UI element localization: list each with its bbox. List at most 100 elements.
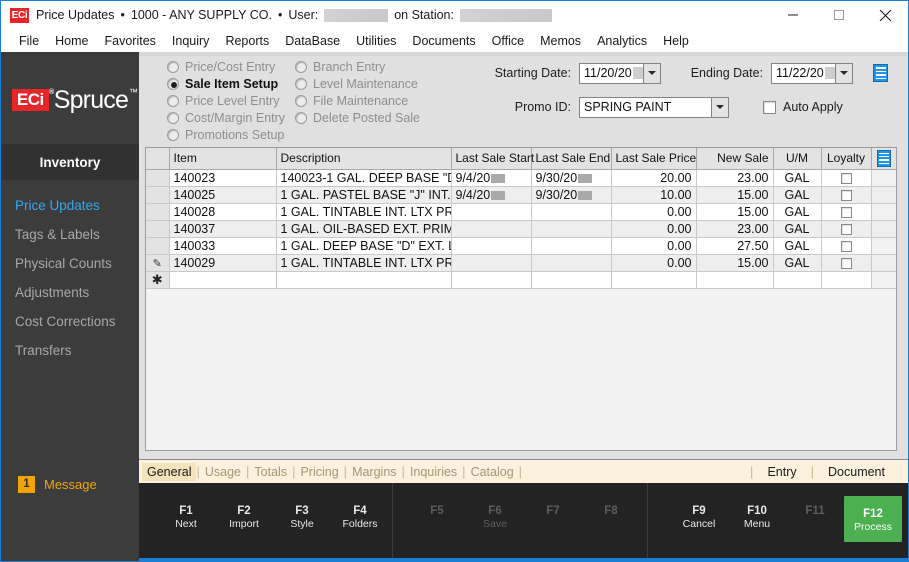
cell-new-sale[interactable]: 23.00 <box>696 169 774 187</box>
cell-description[interactable]: 1 GAL. DEEP BASE "D" EXT. LT <box>276 237 452 255</box>
column-header-um[interactable]: U/M <box>773 148 822 170</box>
cell-new-sale[interactable]: 15.00 <box>696 186 774 204</box>
cell-loyalty[interactable] <box>821 254 872 272</box>
column-header-loyalty[interactable]: Loyalty <box>821 148 872 170</box>
menu-item-home[interactable]: Home <box>47 32 96 50</box>
minimize-button[interactable] <box>770 1 816 29</box>
cell-item[interactable]: 140029 <box>169 254 277 272</box>
tab-usage[interactable]: Usage <box>200 463 246 481</box>
sidebar-item-cost-corrections[interactable]: Cost Corrections <box>1 307 139 336</box>
cell-description[interactable]: 1 GAL. TINTABLE INT. LTX PRI <box>276 254 452 272</box>
cell-loyalty[interactable] <box>821 237 872 255</box>
loyalty-checkbox[interactable] <box>840 189 852 201</box>
cell-item[interactable]: 140023 <box>169 169 277 187</box>
menu-item-inquiry[interactable]: Inquiry <box>164 32 218 50</box>
menu-item-file[interactable]: File <box>11 32 47 50</box>
cell-last-sale-price[interactable]: 20.00 <box>611 169 697 187</box>
fkey-f12-process[interactable]: F12 Process <box>844 496 902 542</box>
sidebar-item-adjustments[interactable]: Adjustments <box>1 278 139 307</box>
cell-last-sale-start[interactable] <box>451 220 532 238</box>
table-row[interactable]: 140033 1 GAL. DEEP BASE "D" EXT. LT 0.00… <box>146 237 896 255</box>
cell-new-sale[interactable] <box>696 271 774 289</box>
cell-item[interactable]: 140028 <box>169 203 277 221</box>
row-selector-cell[interactable] <box>146 169 170 187</box>
price-updates-grid[interactable]: Item Description Last Sale Start Last Sa… <box>145 147 897 451</box>
radio-delete-posted-sale[interactable]: Delete Posted Sale <box>295 110 420 126</box>
fkey-f3-style[interactable]: F3 Style <box>273 483 331 561</box>
cell-um[interactable]: GAL <box>773 203 822 221</box>
cell-last-sale-end[interactable] <box>531 237 612 255</box>
row-selector-cell[interactable] <box>146 220 170 238</box>
cell-description[interactable]: 140023-1 GAL. DEEP BASE "D" I <box>276 169 452 187</box>
sidebar-item-physical-counts[interactable]: Physical Counts <box>1 249 139 278</box>
cell-last-sale-price[interactable]: 10.00 <box>611 186 697 204</box>
close-button[interactable] <box>862 1 908 29</box>
radio-price-cost-entry[interactable]: Price/Cost Entry <box>167 59 285 75</box>
cell-um[interactable]: GAL <box>773 254 822 272</box>
cell-new-sale[interactable]: 15.00 <box>696 203 774 221</box>
radio-promotions-setup[interactable]: Promotions Setup <box>167 127 285 143</box>
cell-item[interactable]: 140025 <box>169 186 277 204</box>
chevron-down-icon[interactable] <box>835 63 852 83</box>
chevron-down-icon[interactable] <box>643 63 660 83</box>
menu-item-documents[interactable]: Documents <box>404 32 483 50</box>
loyalty-checkbox[interactable] <box>840 240 852 252</box>
cell-last-sale-end[interactable]: 9/30/20 <box>531 186 612 204</box>
tab-totals[interactable]: Totals <box>249 463 292 481</box>
cell-last-sale-price[interactable] <box>611 271 697 289</box>
loyalty-checkbox[interactable] <box>840 206 852 218</box>
list-menu-icon[interactable] <box>873 64 888 82</box>
radio-level-maintenance[interactable]: Level Maintenance <box>295 76 420 92</box>
cell-last-sale-start[interactable] <box>451 203 532 221</box>
cell-last-sale-end[interactable] <box>531 271 612 289</box>
sidebar-item-tags-labels[interactable]: Tags & Labels <box>1 220 139 249</box>
menu-item-help[interactable]: Help <box>655 32 697 50</box>
row-selector-cell[interactable] <box>146 237 170 255</box>
table-row[interactable]: ✎ 140029 1 GAL. TINTABLE INT. LTX PRI 0.… <box>146 254 896 272</box>
loyalty-checkbox[interactable] <box>840 257 852 269</box>
fkey-f9-cancel[interactable]: F9 Cancel <box>670 483 728 561</box>
menu-item-analytics[interactable]: Analytics <box>589 32 655 50</box>
menu-item-favorites[interactable]: Favorites <box>97 32 164 50</box>
cell-last-sale-end[interactable] <box>531 203 612 221</box>
loyalty-checkbox[interactable] <box>840 172 852 184</box>
cell-last-sale-start[interactable] <box>451 271 532 289</box>
cell-loyalty[interactable] <box>821 220 872 238</box>
cell-description[interactable]: 1 GAL. TINTABLE INT. LTX PRI <box>276 203 452 221</box>
ending-date-field[interactable]: 11/22/20 <box>771 62 853 84</box>
cell-last-sale-start[interactable]: 9/4/20 <box>451 186 532 204</box>
fkey-f4-folders[interactable]: F4 Folders <box>331 483 389 561</box>
maximize-button[interactable] <box>816 1 862 29</box>
cell-loyalty[interactable] <box>821 169 872 187</box>
table-row[interactable]: 140037 1 GAL. OIL-BASED EXT. PRIME 0.00 … <box>146 220 896 238</box>
cell-new-sale[interactable]: 23.00 <box>696 220 774 238</box>
list-menu-icon[interactable] <box>876 149 891 167</box>
column-header-last-sale-end[interactable]: Last Sale End <box>531 148 612 170</box>
row-selector-cell[interactable] <box>146 203 170 221</box>
cell-new-sale[interactable]: 15.00 <box>696 254 774 272</box>
tab-entry[interactable]: Entry <box>753 463 810 481</box>
sidebar-item-price-updates[interactable]: Price Updates <box>1 191 139 220</box>
tab-pricing[interactable]: Pricing <box>295 463 343 481</box>
table-row[interactable]: 140025 1 GAL. PASTEL BASE "J" INT. L 9/4… <box>146 186 896 204</box>
cell-loyalty[interactable] <box>821 203 872 221</box>
cell-last-sale-price[interactable]: 0.00 <box>611 254 697 272</box>
starting-date-field[interactable]: 11/20/20 <box>579 62 661 84</box>
cell-um[interactable]: GAL <box>773 237 822 255</box>
row-selector-cell[interactable] <box>146 186 170 204</box>
cell-last-sale-end[interactable] <box>531 220 612 238</box>
fkey-f2-import[interactable]: F2 Import <box>215 483 273 561</box>
cell-item[interactable] <box>169 271 277 289</box>
radio-sale-item-setup[interactable]: Sale Item Setup <box>167 76 285 92</box>
cell-last-sale-end[interactable]: 9/30/20 <box>531 169 612 187</box>
message-indicator[interactable]: 1 Message <box>1 469 139 499</box>
cell-description[interactable] <box>276 271 452 289</box>
chevron-down-icon[interactable] <box>711 97 728 117</box>
tab-catalog[interactable]: Catalog <box>466 463 519 481</box>
radio-price-level-entry[interactable]: Price Level Entry <box>167 93 285 109</box>
auto-apply-checkbox[interactable] <box>763 100 776 114</box>
fkey-f10-menu[interactable]: F10 Menu <box>728 483 786 561</box>
tab-margins[interactable]: Margins <box>347 463 401 481</box>
cell-loyalty[interactable] <box>821 271 872 289</box>
radio-branch-entry[interactable]: Branch Entry <box>295 59 420 75</box>
